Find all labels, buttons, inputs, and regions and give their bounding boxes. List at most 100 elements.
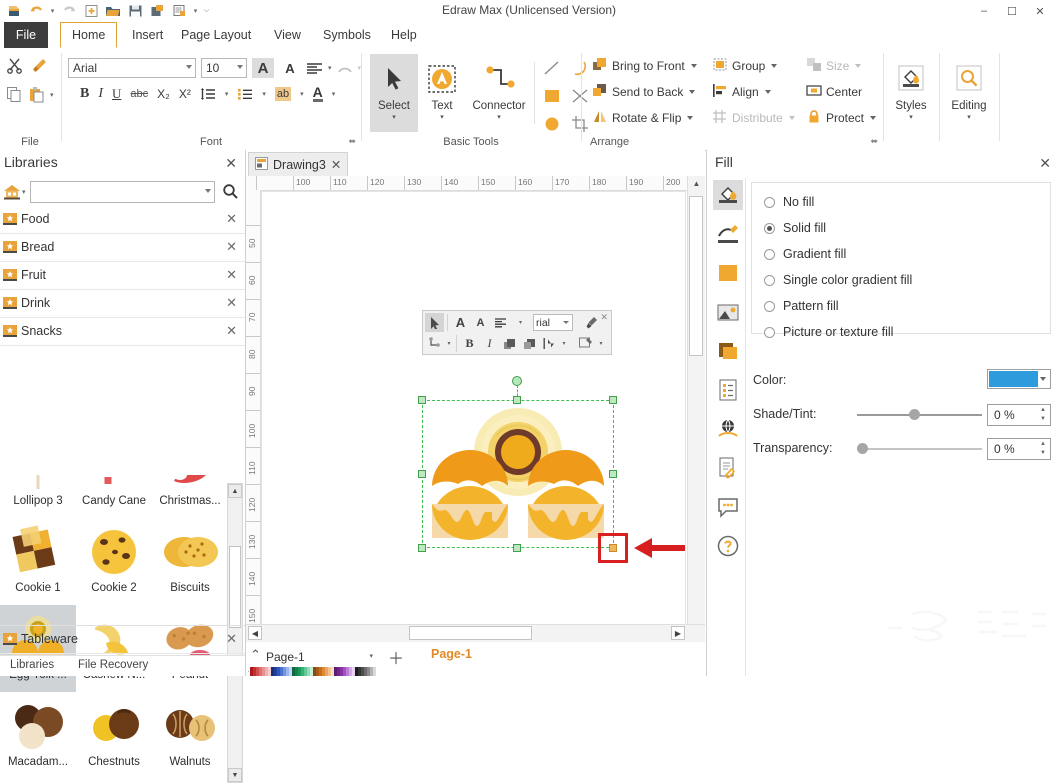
- resize-handle-top-right[interactable]: [609, 396, 617, 404]
- bring-to-front-button[interactable]: Bring to Front: [590, 54, 697, 78]
- libraries-close-icon[interactable]: ✕: [225, 155, 237, 172]
- strikethrough-icon[interactable]: abc: [130, 88, 148, 100]
- floating-toolbar-close-icon[interactable]: ✕: [600, 312, 608, 323]
- canvas-hscroll-thumb[interactable]: [409, 626, 532, 640]
- fill-color-caret[interactable]: [1040, 377, 1046, 381]
- line-tool-icon[interactable]: [542, 58, 562, 78]
- document-tab-close-icon[interactable]: ✕: [331, 157, 341, 172]
- group-button[interactable]: Group: [710, 54, 795, 78]
- add-page-icon[interactable]: [81, 1, 101, 20]
- transparency-knob[interactable]: [857, 443, 868, 454]
- connector-tool-icon[interactable]: [425, 334, 444, 353]
- radio-pattern-fill[interactable]: [764, 300, 775, 312]
- size-caret[interactable]: [855, 64, 862, 68]
- editing-caret[interactable]: ▾: [945, 113, 993, 123]
- group-caret[interactable]: [771, 64, 778, 68]
- canvas-scroll-up-button[interactable]: ▲: [689, 176, 704, 191]
- styles-caret[interactable]: ▾: [887, 113, 935, 123]
- redo-icon[interactable]: [59, 1, 79, 20]
- library-shape-cookie-2[interactable]: Cookie 2: [76, 518, 152, 605]
- library-search-input[interactable]: [30, 181, 215, 203]
- connector-caret-icon[interactable]: ▾: [445, 334, 453, 353]
- shade-tint-spinner[interactable]: 0 % ▲ ▼: [987, 404, 1051, 426]
- library-shape-walnuts[interactable]: Walnuts: [152, 692, 228, 779]
- text-tool-caret[interactable]: ▾: [418, 113, 466, 123]
- spin-up-icon[interactable]: ▲: [1040, 407, 1046, 413]
- comment-icon[interactable]: [713, 492, 743, 522]
- fill-color-picker[interactable]: [987, 369, 1051, 389]
- fill-style-icon[interactable]: [577, 334, 596, 353]
- font-size-input[interactable]: 10: [201, 58, 247, 78]
- cut-icon[interactable]: [6, 57, 23, 74]
- fill-option-solid-fill[interactable]: Solid fill: [764, 221, 826, 235]
- open-icon[interactable]: [103, 1, 123, 20]
- library-category-close-icon[interactable]: ✕: [226, 239, 237, 255]
- underline-icon[interactable]: U: [112, 86, 121, 102]
- undo-icon[interactable]: [26, 1, 46, 20]
- distribute-button[interactable]: Distribute: [710, 106, 795, 130]
- library-category-close-icon[interactable]: ✕: [226, 267, 237, 283]
- size-button[interactable]: Size: [804, 54, 876, 78]
- editing-button[interactable]: Editing ▾: [945, 54, 993, 132]
- library-category-close-icon[interactable]: ✕: [226, 631, 237, 647]
- radio-solid-fill[interactable]: [764, 222, 775, 234]
- library-shape-biscuits[interactable]: Biscuits: [152, 518, 228, 605]
- font-name-input[interactable]: Arial: [68, 58, 196, 78]
- protect-button[interactable]: Protect: [804, 106, 877, 130]
- font-size-caret[interactable]: [237, 65, 243, 69]
- font-name-caret[interactable]: [186, 65, 192, 69]
- customize-qat-caret[interactable]: ⌵: [202, 1, 211, 20]
- tab-insert[interactable]: Insert: [121, 22, 174, 48]
- resize-handle-middle-right[interactable]: [609, 470, 617, 478]
- document-tab-drawing3[interactable]: Drawing3 ✕: [248, 152, 349, 176]
- spin-down-icon[interactable]: ▼: [1040, 450, 1046, 456]
- tab-home[interactable]: Home: [60, 22, 118, 48]
- protect-caret[interactable]: [870, 116, 877, 120]
- save-as-icon[interactable]: [147, 1, 167, 20]
- maximize-button[interactable]: ☐: [998, 1, 1026, 21]
- line-spacing-caret[interactable]: ▾: [225, 90, 229, 98]
- fill-style-caret-icon[interactable]: ▾: [597, 334, 605, 353]
- canvas-horizontal-scrollbar[interactable]: ◀ ▶: [246, 624, 705, 642]
- select-tool-button[interactable]: Select ▾: [370, 54, 418, 132]
- tab-symbols[interactable]: Symbols: [312, 22, 382, 48]
- drawing-page[interactable]: ✕ A A ▾ rial ▾ B I ▾ ▾: [261, 191, 686, 642]
- send-to-back-button[interactable]: Send to Back: [590, 80, 697, 104]
- library-search-caret[interactable]: [205, 189, 211, 193]
- new-file-icon[interactable]: [4, 1, 24, 20]
- print-icon[interactable]: [169, 1, 189, 20]
- library-category-food[interactable]: Food ✕: [0, 206, 245, 234]
- canvas-scroll-left-button[interactable]: ◀: [248, 626, 262, 640]
- bullets-icon[interactable]: [237, 87, 253, 101]
- curve-text-icon[interactable]: [337, 61, 353, 75]
- print-dropdown-caret[interactable]: ▾: [191, 1, 200, 20]
- font-dialog-launcher[interactable]: ⬌: [348, 136, 356, 147]
- text-tool-button[interactable]: Text ▾: [418, 54, 466, 132]
- align-text-caret-icon[interactable]: ▾: [511, 313, 530, 332]
- picture-icon[interactable]: [713, 297, 743, 327]
- help-icon[interactable]: [713, 531, 743, 561]
- library-category-tableware[interactable]: Tableware ✕: [0, 625, 245, 654]
- paste-dropdown-caret[interactable]: ▾: [50, 91, 54, 99]
- select-tool-caret[interactable]: ▾: [370, 113, 418, 123]
- fill-icon[interactable]: [713, 180, 743, 210]
- library-category-snacks[interactable]: Snacks ✕: [0, 318, 245, 346]
- library-home-icon[interactable]: [3, 183, 21, 203]
- library-category-close-icon[interactable]: ✕: [226, 323, 237, 339]
- minimize-button[interactable]: –: [970, 1, 998, 21]
- radio-gradient-fill[interactable]: [764, 248, 775, 260]
- connector-tool-caret[interactable]: ▾: [466, 113, 532, 123]
- canvas-vertical-scrollbar[interactable]: ▲ ▼: [687, 176, 705, 642]
- subscript-icon[interactable]: X₂: [157, 87, 170, 101]
- library-shape-christmas[interactable]: Christmas...: [152, 475, 228, 518]
- italic-icon[interactable]: I: [480, 334, 499, 353]
- align-objects-icon[interactable]: [540, 334, 559, 353]
- panel-tab-libraries[interactable]: Libraries: [10, 659, 54, 671]
- send-to-back-icon[interactable]: [520, 334, 539, 353]
- transparency-slider[interactable]: [857, 442, 982, 456]
- text-align-icon[interactable]: [306, 61, 323, 75]
- shade-tint-slider[interactable]: [857, 408, 982, 422]
- center-button[interactable]: Center: [804, 80, 876, 104]
- shrink-font-icon[interactable]: A: [279, 58, 301, 78]
- line-spacing-icon[interactable]: [200, 87, 216, 101]
